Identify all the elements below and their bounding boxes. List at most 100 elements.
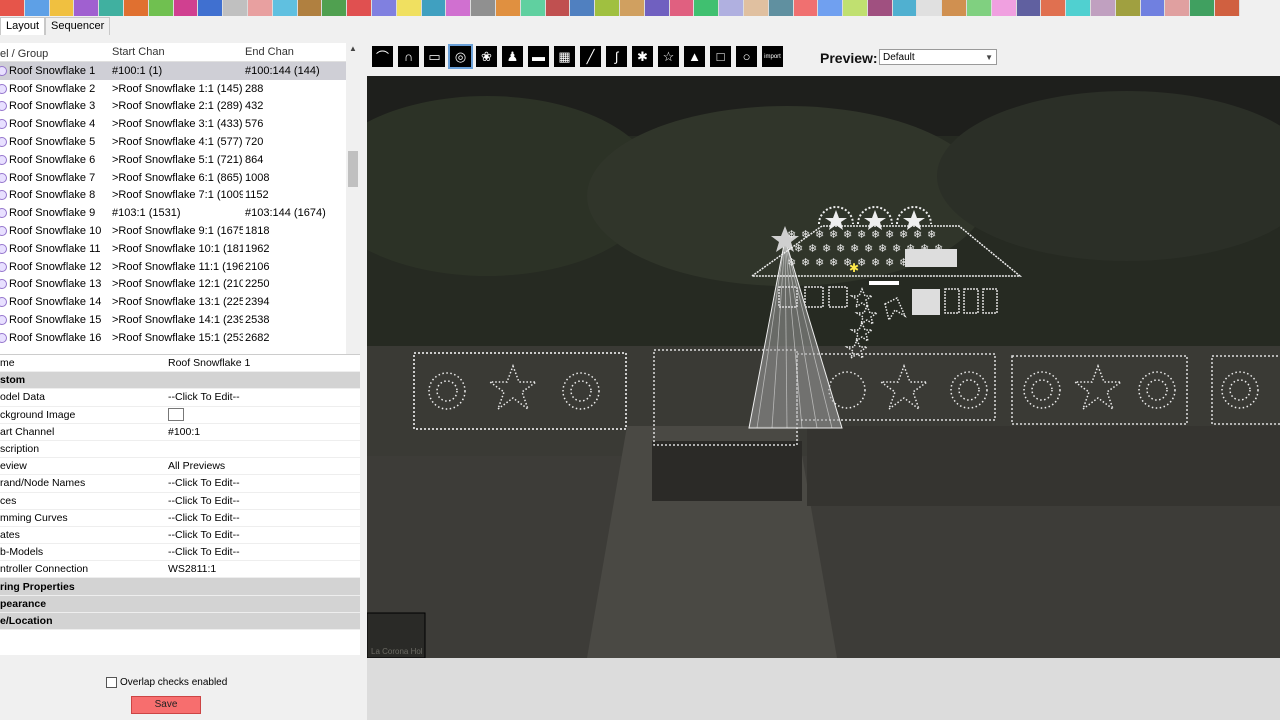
ribbon-effect-icon[interactable] [223, 0, 247, 16]
ribbon-effect-icon[interactable] [1215, 0, 1239, 16]
property-value[interactable]: --Click To Edit-- [162, 546, 240, 558]
ribbon-effect-icon[interactable] [471, 0, 495, 16]
tab-sequencer[interactable]: Sequencer [45, 17, 111, 35]
grid-icon[interactable]: ▦ [554, 46, 575, 67]
circle-icon[interactable]: ○ [736, 46, 757, 67]
property-value[interactable]: #100:1 [162, 426, 200, 438]
scroll-up-icon[interactable]: ▲ [349, 44, 357, 53]
ribbon-effect-icon[interactable] [520, 0, 545, 16]
ribbon-effect-icon[interactable] [371, 0, 396, 16]
double-arch-icon[interactable]: ∩ [398, 46, 419, 67]
ribbon-effect-icon[interactable] [991, 0, 1016, 16]
table-row[interactable]: Roof Snowflake 12 >Roof Snowflake 11:1 (1… [0, 258, 346, 276]
ribbon-effect-icon[interactable] [0, 0, 24, 16]
ribbon-effect-icon[interactable] [1091, 0, 1115, 16]
table-row[interactable]: Roof Snowflake 1 #100:1 (1) #100:144 (144) [0, 62, 346, 80]
tree-icon[interactable]: ▲ [684, 46, 705, 67]
ribbon-effect-icon[interactable] [917, 0, 942, 16]
property-row[interactable]: b-Models --Click To Edit-- [0, 544, 360, 562]
ribbon-effect-icon[interactable] [942, 0, 967, 16]
wreath-icon[interactable]: ❀ [476, 46, 497, 67]
ribbon-effect-icon[interactable] [148, 0, 173, 16]
ribbon-effect-icon[interactable] [49, 0, 74, 16]
property-row[interactable]: ces --Click To Edit-- [0, 493, 360, 510]
property-row[interactable]: mming Curves --Click To Edit-- [0, 510, 360, 527]
ribbon-effect-icon[interactable] [347, 0, 371, 16]
property-row[interactable]: art Channel #100:1 [0, 424, 360, 441]
property-row[interactable]: odel Data --Click To Edit-- [0, 389, 360, 407]
ribbon-effect-icon[interactable] [1115, 0, 1140, 16]
background-image-swatch[interactable] [162, 408, 184, 422]
ribbon-effect-icon[interactable] [967, 0, 991, 16]
table-row[interactable]: Roof Snowflake 16 >Roof Snowflake 15:1 (2… [0, 329, 346, 347]
ribbon-effect-icon[interactable] [743, 0, 768, 16]
ribbon-effect-icon[interactable] [99, 0, 123, 16]
property-row[interactable]: ates --Click To Edit-- [0, 527, 360, 545]
save-button[interactable]: Save [131, 696, 201, 714]
property-grid[interactable]: me Roof Snowflake 1 stom odel Data --Clic… [0, 354, 360, 655]
model-list-scrollbar[interactable]: ▲ ▼ [346, 43, 360, 386]
table-row[interactable]: Roof Snowflake 5 >Roof Snowflake 4:1 (577… [0, 133, 346, 151]
ribbon-effect-icon[interactable] [619, 0, 644, 16]
arch-icon[interactable]: ⌒ [372, 46, 393, 67]
property-value[interactable]: --Click To Edit-- [162, 495, 240, 507]
ribbon-effect-icon[interactable] [1016, 0, 1041, 16]
col-end-chan[interactable]: End Chan [243, 43, 345, 61]
category-custom[interactable]: stom [0, 372, 360, 390]
table-row[interactable]: Roof Snowflake 14 >Roof Snowflake 13:1 (2… [0, 293, 346, 311]
ribbon-effect-icon[interactable] [396, 0, 421, 16]
ribbon-effect-icon[interactable] [198, 0, 223, 16]
import-icon[interactable]: import [762, 46, 783, 67]
property-value[interactable]: --Click To Edit-- [162, 391, 240, 403]
ribbon-effect-icon[interactable] [1066, 0, 1091, 16]
scroll-thumb[interactable] [348, 151, 358, 187]
table-row[interactable]: Roof Snowflake 6 >Roof Snowflake 5:1 (721… [0, 151, 346, 169]
property-row[interactable]: eview All Previews [0, 458, 360, 476]
property-row[interactable]: scription [0, 441, 360, 459]
col-model-group[interactable]: el / Group [0, 43, 108, 61]
line-icon[interactable]: ╱ [580, 46, 601, 67]
ribbon-effect-icon[interactable] [1041, 0, 1066, 16]
ribbon-effect-icon[interactable] [495, 0, 520, 16]
property-value[interactable]: All Previews [162, 460, 225, 472]
ribbon-effect-icon[interactable] [669, 0, 694, 16]
table-row[interactable]: Roof Snowflake 9 #103:1 (1531) #103:144 (1… [0, 204, 346, 222]
ribbon-effect-icon[interactable] [843, 0, 867, 16]
layout-preview-canvas[interactable]: La Corona Hol ❄ ❄ ❄ ❄ ❄ ❄ ❄ ❄ ❄ ❄ ❄ ❄ ❄ … [367, 76, 1280, 658]
ribbon-effect-icon[interactable] [768, 0, 793, 16]
property-row[interactable]: ntroller Connection WS2811:1 [0, 561, 360, 579]
col-start-chan[interactable]: Start Chan [108, 43, 243, 61]
category-size-location[interactable]: e/Location [0, 612, 360, 630]
table-row[interactable]: Roof Snowflake 7 >Roof Snowflake 6:1 (865… [0, 169, 346, 187]
table-row[interactable]: Roof Snowflake 3 >Roof Snowflake 2:1 (289… [0, 98, 346, 116]
preview-select[interactable]: Default ▼ [879, 49, 997, 65]
ribbon-effect-icon[interactable] [297, 0, 322, 16]
ribbon-effect-icon[interactable] [793, 0, 818, 16]
ribbon-effect-icon[interactable] [272, 0, 297, 16]
property-row[interactable]: ckground Image [0, 407, 360, 424]
window-frame-icon[interactable]: ▬ [528, 46, 549, 67]
ribbon-effect-icon[interactable] [545, 0, 570, 16]
table-row[interactable]: Roof Snowflake 13 >Roof Snowflake 12:1 (2… [0, 276, 346, 294]
category-string-properties[interactable]: ring Properties [0, 578, 360, 596]
ribbon-icon-strip[interactable] [0, 0, 1240, 16]
table-row[interactable]: Roof Snowflake 11 >Roof Snowflake 10:1 (1… [0, 240, 346, 258]
tab-layout[interactable]: Layout [0, 17, 46, 35]
ribbon-effect-icon[interactable] [719, 0, 743, 16]
ribbon-effect-icon[interactable] [818, 0, 843, 16]
spinner-icon[interactable]: ◎ [448, 44, 473, 69]
overlap-checkbox[interactable] [106, 677, 117, 688]
category-appearance[interactable]: pearance [0, 595, 360, 613]
property-value[interactable]: --Click To Edit-- [162, 529, 240, 541]
ribbon-effect-icon[interactable] [74, 0, 99, 16]
ribbon-effect-icon[interactable] [446, 0, 471, 16]
ribbon-effect-icon[interactable] [247, 0, 272, 16]
model-list[interactable]: el / Group Start Chan End Chan Roof Snow… [0, 43, 347, 386]
ribbon-effect-icon[interactable] [1190, 0, 1215, 16]
ribbon-effect-icon[interactable] [173, 0, 198, 16]
table-row[interactable]: Roof Snowflake 4 >Roof Snowflake 3:1 (433… [0, 115, 346, 133]
ribbon-effect-icon[interactable] [595, 0, 619, 16]
ribbon-effect-icon[interactable] [1140, 0, 1165, 16]
matrix-icon[interactable]: ▭ [424, 46, 445, 67]
ribbon-effect-icon[interactable] [644, 0, 669, 16]
